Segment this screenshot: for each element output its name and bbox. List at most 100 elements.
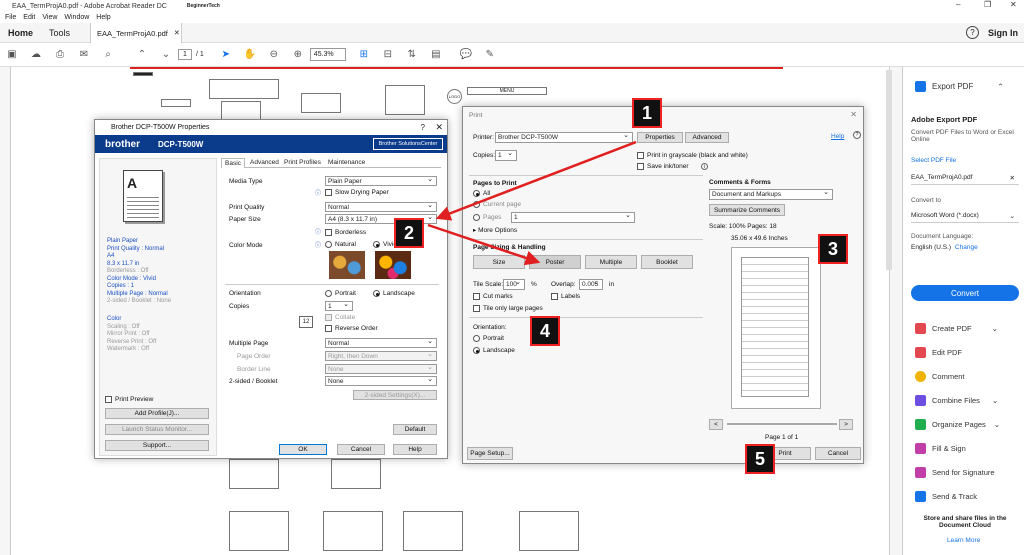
poster-button[interactable]: Poster	[529, 255, 581, 269]
sign-in-link[interactable]: Sign In	[988, 28, 1018, 38]
menu-window[interactable]: Window	[64, 14, 89, 21]
tab-document[interactable]: EAA_TermProjA0.pdf ✕	[90, 23, 182, 43]
preview-slider[interactable]	[727, 423, 837, 425]
tile-large-checkbox[interactable]	[473, 305, 480, 312]
print-icon[interactable]: ⎙	[52, 47, 68, 63]
tool-combine-files[interactable]: Combine Files ⌄	[915, 395, 998, 406]
comments-select[interactable]: Document and Markups	[709, 188, 833, 200]
page-order-select[interactable]: Right, then Down	[325, 350, 437, 361]
info-circle-icon[interactable]: i	[701, 163, 708, 170]
launch-status-button[interactable]: Launch Status Monitor...	[105, 424, 209, 435]
tool-send-signature[interactable]: Send for Signature	[915, 467, 995, 478]
maximize-button[interactable]: ❐	[984, 0, 991, 9]
slow-drying-checkbox[interactable]	[325, 189, 332, 196]
tool-send-track[interactable]: Send & Track	[915, 491, 977, 502]
select-cursor-icon[interactable]: ➤	[218, 47, 234, 63]
solutions-center-link[interactable]: Brother SolutionsCenter	[373, 138, 443, 150]
pages-input[interactable]: 1	[511, 211, 635, 223]
labels-checkbox[interactable]	[551, 293, 558, 300]
page-setup-button[interactable]: Page Setup...	[467, 447, 513, 460]
email-icon[interactable]: ✉	[76, 47, 92, 63]
close-tab-icon[interactable]: ✕	[174, 29, 180, 37]
tool-create-pdf[interactable]: Create PDF ⌄	[915, 323, 998, 334]
reverse-order-checkbox[interactable]	[325, 325, 332, 332]
read-mode-icon[interactable]: ▤	[428, 47, 444, 63]
info-icon[interactable]: ?	[853, 131, 861, 139]
cancel-print-button[interactable]: Cancel	[815, 447, 861, 460]
properties-button[interactable]: Properties	[637, 132, 683, 143]
ok-button[interactable]: OK	[279, 444, 327, 455]
tab-advanced[interactable]: Advanced	[247, 159, 282, 166]
size-button[interactable]: Size	[473, 255, 525, 269]
more-options-toggle[interactable]: ▸ More Options	[473, 226, 517, 234]
zoom-in-icon[interactable]: ⊕	[290, 47, 306, 63]
current-page-radio[interactable]	[473, 201, 480, 208]
help-icon[interactable]: ?	[966, 26, 979, 39]
help-link[interactable]: Help	[831, 133, 844, 140]
menu-file[interactable]: File	[5, 14, 16, 21]
multiple-page-select[interactable]: Normal	[325, 337, 437, 348]
hand-tool-icon[interactable]: ✋	[242, 47, 258, 63]
tab-tools[interactable]: Tools	[41, 28, 78, 38]
next-page-icon[interactable]: ⌄	[158, 47, 174, 63]
all-pages-radio[interactable]	[473, 190, 480, 197]
zoom-out-icon[interactable]: ⊖	[266, 47, 282, 63]
save-ink-checkbox[interactable]	[637, 163, 644, 170]
minimize-button[interactable]: –	[956, 0, 960, 9]
booklet-button[interactable]: Booklet	[641, 255, 693, 269]
brother-dialog-close-icon[interactable]: ✕	[435, 122, 443, 133]
borderless-checkbox[interactable]	[325, 229, 332, 236]
summarize-comments-button[interactable]: Summarize Comments	[709, 204, 785, 216]
remove-file-icon[interactable]: ✕	[1010, 174, 1015, 182]
save-icon[interactable]: ▣	[4, 47, 20, 63]
grayscale-checkbox[interactable]	[637, 152, 644, 159]
convert-button[interactable]: Convert	[911, 285, 1019, 301]
pages-radio[interactable]	[473, 214, 480, 221]
menu-help[interactable]: Help	[96, 14, 110, 21]
print-quality-select[interactable]: Normal	[325, 201, 437, 212]
comment-icon[interactable]: 💬	[458, 47, 474, 63]
print-dialog-close-icon[interactable]: ✕	[850, 110, 857, 119]
preview-prev-button[interactable]: <	[709, 419, 723, 430]
tile-scale-input[interactable]: 100	[503, 278, 525, 290]
tool-edit-pdf[interactable]: Edit PDF	[915, 347, 962, 358]
format-select[interactable]: Microsoft Word (*.docx) ⌄	[911, 209, 1019, 223]
brother-landscape-radio[interactable]	[373, 290, 380, 297]
fit-page-icon[interactable]: ⊞	[356, 47, 372, 63]
preview-next-button[interactable]: >	[839, 419, 853, 430]
multiple-button[interactable]: Multiple	[585, 255, 637, 269]
learn-more-link[interactable]: Learn More	[947, 537, 980, 544]
two-sided-settings-button[interactable]: 2-sided Settings(X)...	[353, 390, 437, 400]
tool-fill-sign[interactable]: Fill & Sign	[915, 443, 966, 454]
search-icon[interactable]: ⌕	[100, 47, 116, 63]
tool-comment[interactable]: Comment	[915, 371, 965, 382]
portrait-radio[interactable]	[473, 335, 480, 342]
vivid-radio[interactable]	[373, 241, 380, 248]
natural-radio[interactable]	[325, 241, 332, 248]
prev-page-icon[interactable]: ⌃	[134, 47, 150, 63]
change-language-link[interactable]: Change	[955, 244, 978, 251]
tab-maintenance[interactable]: Maintenance	[325, 159, 368, 166]
brother-portrait-radio[interactable]	[325, 290, 332, 297]
menu-edit[interactable]: Edit	[23, 14, 35, 21]
tab-home[interactable]: Home	[0, 28, 41, 38]
print-preview-checkbox[interactable]	[105, 396, 112, 403]
default-button[interactable]: Default	[393, 424, 437, 435]
two-sided-select[interactable]: None	[325, 375, 437, 386]
menu-view[interactable]: View	[42, 14, 57, 21]
pen-icon[interactable]: ✎	[482, 47, 498, 63]
brother-cancel-button[interactable]: Cancel	[337, 444, 385, 455]
vertical-scrollbar[interactable]	[886, 70, 892, 270]
media-type-select[interactable]: Plain Paper	[325, 175, 437, 186]
collapse-icon[interactable]: ⌃	[997, 82, 1003, 91]
scroll-mode-icon[interactable]: ⇅	[404, 47, 420, 63]
copies-input[interactable]: 1	[495, 149, 517, 161]
tab-print-profiles[interactable]: Print Profiles	[281, 159, 324, 166]
upload-icon[interactable]: ☁	[28, 47, 44, 63]
fit-width-icon[interactable]: ⊟	[380, 47, 396, 63]
overlap-input[interactable]: 0.005	[579, 278, 603, 290]
border-line-select[interactable]: None	[325, 363, 437, 374]
landscape-radio[interactable]	[473, 347, 480, 354]
brother-copies-input[interactable]: 1	[325, 300, 353, 311]
add-profile-button[interactable]: Add Profile(J)...	[105, 408, 209, 419]
